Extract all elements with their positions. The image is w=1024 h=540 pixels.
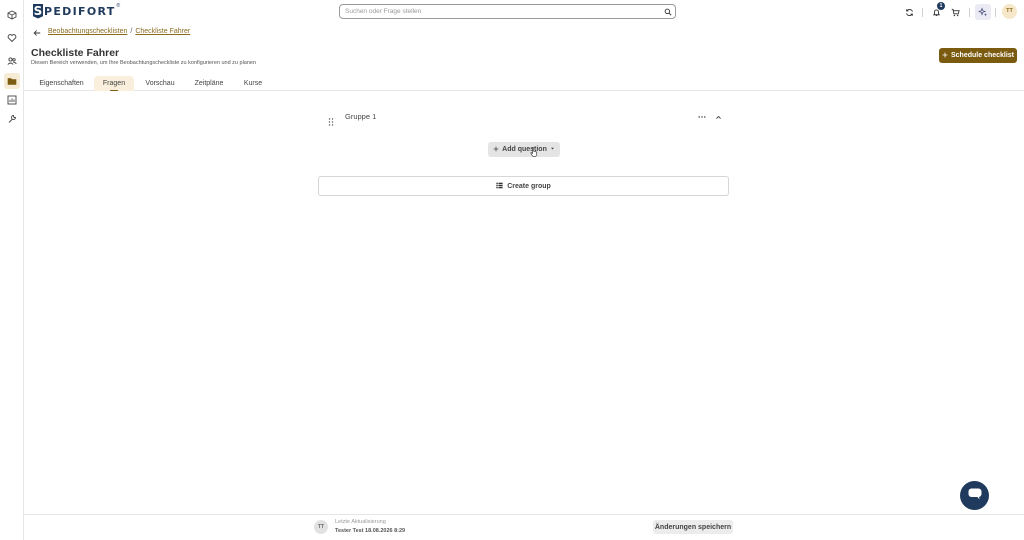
brand-logo[interactable]: S PEDIFORT ®: [33, 3, 120, 19]
tab-zeitplaene[interactable]: Zeitpläne: [188, 76, 230, 91]
schedule-checklist-label: Schedule checklist: [950, 52, 1015, 59]
list-icon: [496, 182, 503, 191]
page-description: Diesen Bereich verwenden, um Ihre Beobac…: [31, 60, 257, 66]
breadcrumb-link-current[interactable]: Checkliste Fahrer: [135, 28, 190, 35]
chat-launcher-button[interactable]: [960, 481, 989, 510]
search-box: [339, 4, 676, 19]
caret-down-icon: [550, 146, 555, 153]
ai-assistant-button[interactable]: [975, 4, 991, 20]
last-update-label: Letzte Aktualisierung: [335, 519, 386, 525]
top-divider: [922, 8, 923, 17]
tab-bar: Eigenschaften Fragen Vorschau Zeitpläne …: [24, 74, 1024, 91]
left-sidebar: [0, 0, 24, 540]
user-avatar[interactable]: TT: [1002, 4, 1017, 19]
search-input[interactable]: [345, 5, 655, 18]
chart-icon[interactable]: [4, 92, 20, 108]
top-divider: [995, 8, 996, 17]
plus-icon: [942, 52, 948, 60]
create-group-label: Create group: [507, 182, 551, 190]
sync-icon[interactable]: [902, 5, 916, 19]
breadcrumb: Beobachtungschecklisten / Checkliste Fahre…: [48, 28, 190, 35]
tab-eigenschaften[interactable]: Eigenschaften: [35, 76, 88, 91]
back-arrow-icon[interactable]: [32, 28, 42, 38]
breadcrumb-separator: /: [130, 28, 133, 35]
tools-icon[interactable]: [4, 111, 20, 127]
footer-avatar: TT: [314, 520, 328, 534]
footer-bar: TT Letzte Aktualisierung Tester Test 18.…: [24, 514, 1024, 540]
logo-mark: S: [33, 3, 43, 19]
tab-kurse[interactable]: Kurse: [238, 76, 268, 91]
page-title: Checkliste Fahrer: [31, 47, 120, 59]
add-question-button[interactable]: Add question: [488, 142, 560, 157]
tab-vorschau[interactable]: Vorschau: [140, 76, 180, 91]
chat-bubble-icon: [968, 487, 982, 505]
last-update-value: Tester Test 18.08.2026 8:29: [335, 528, 406, 534]
schedule-checklist-button[interactable]: Schedule checklist: [939, 48, 1017, 63]
top-divider: [969, 8, 970, 17]
cart-icon[interactable]: [948, 5, 962, 19]
app-root: S PEDIFORT ® 1 TT Beoba: [0, 0, 1024, 540]
more-options-icon[interactable]: [697, 112, 707, 122]
plus-icon: [493, 146, 499, 154]
tab-fragen[interactable]: Fragen: [94, 76, 134, 91]
search-icon[interactable]: [662, 6, 673, 17]
logo-registered: ®: [116, 3, 121, 9]
bell-icon[interactable]: 1: [929, 2, 945, 19]
add-question-label: Add question: [502, 146, 547, 153]
cube-icon[interactable]: [4, 7, 20, 23]
notification-badge: 1: [937, 2, 945, 10]
drag-handle-icon[interactable]: [328, 113, 334, 126]
save-changes-button[interactable]: Änderungen speichern: [653, 520, 733, 534]
group-title: Gruppe 1: [345, 112, 377, 121]
breadcrumb-link-checklists[interactable]: Beobachtungschecklisten: [48, 28, 127, 35]
users-icon[interactable]: [4, 53, 20, 69]
heart-icon[interactable]: [4, 30, 20, 46]
folder-icon[interactable]: [4, 73, 20, 89]
logo-text: PEDIFORT: [44, 4, 116, 18]
create-group-button[interactable]: Create group: [318, 176, 729, 196]
hand-cursor-icon: [530, 144, 538, 157]
top-bar: S PEDIFORT ® 1 TT: [24, 0, 1024, 24]
chevron-up-icon[interactable]: [713, 112, 723, 122]
